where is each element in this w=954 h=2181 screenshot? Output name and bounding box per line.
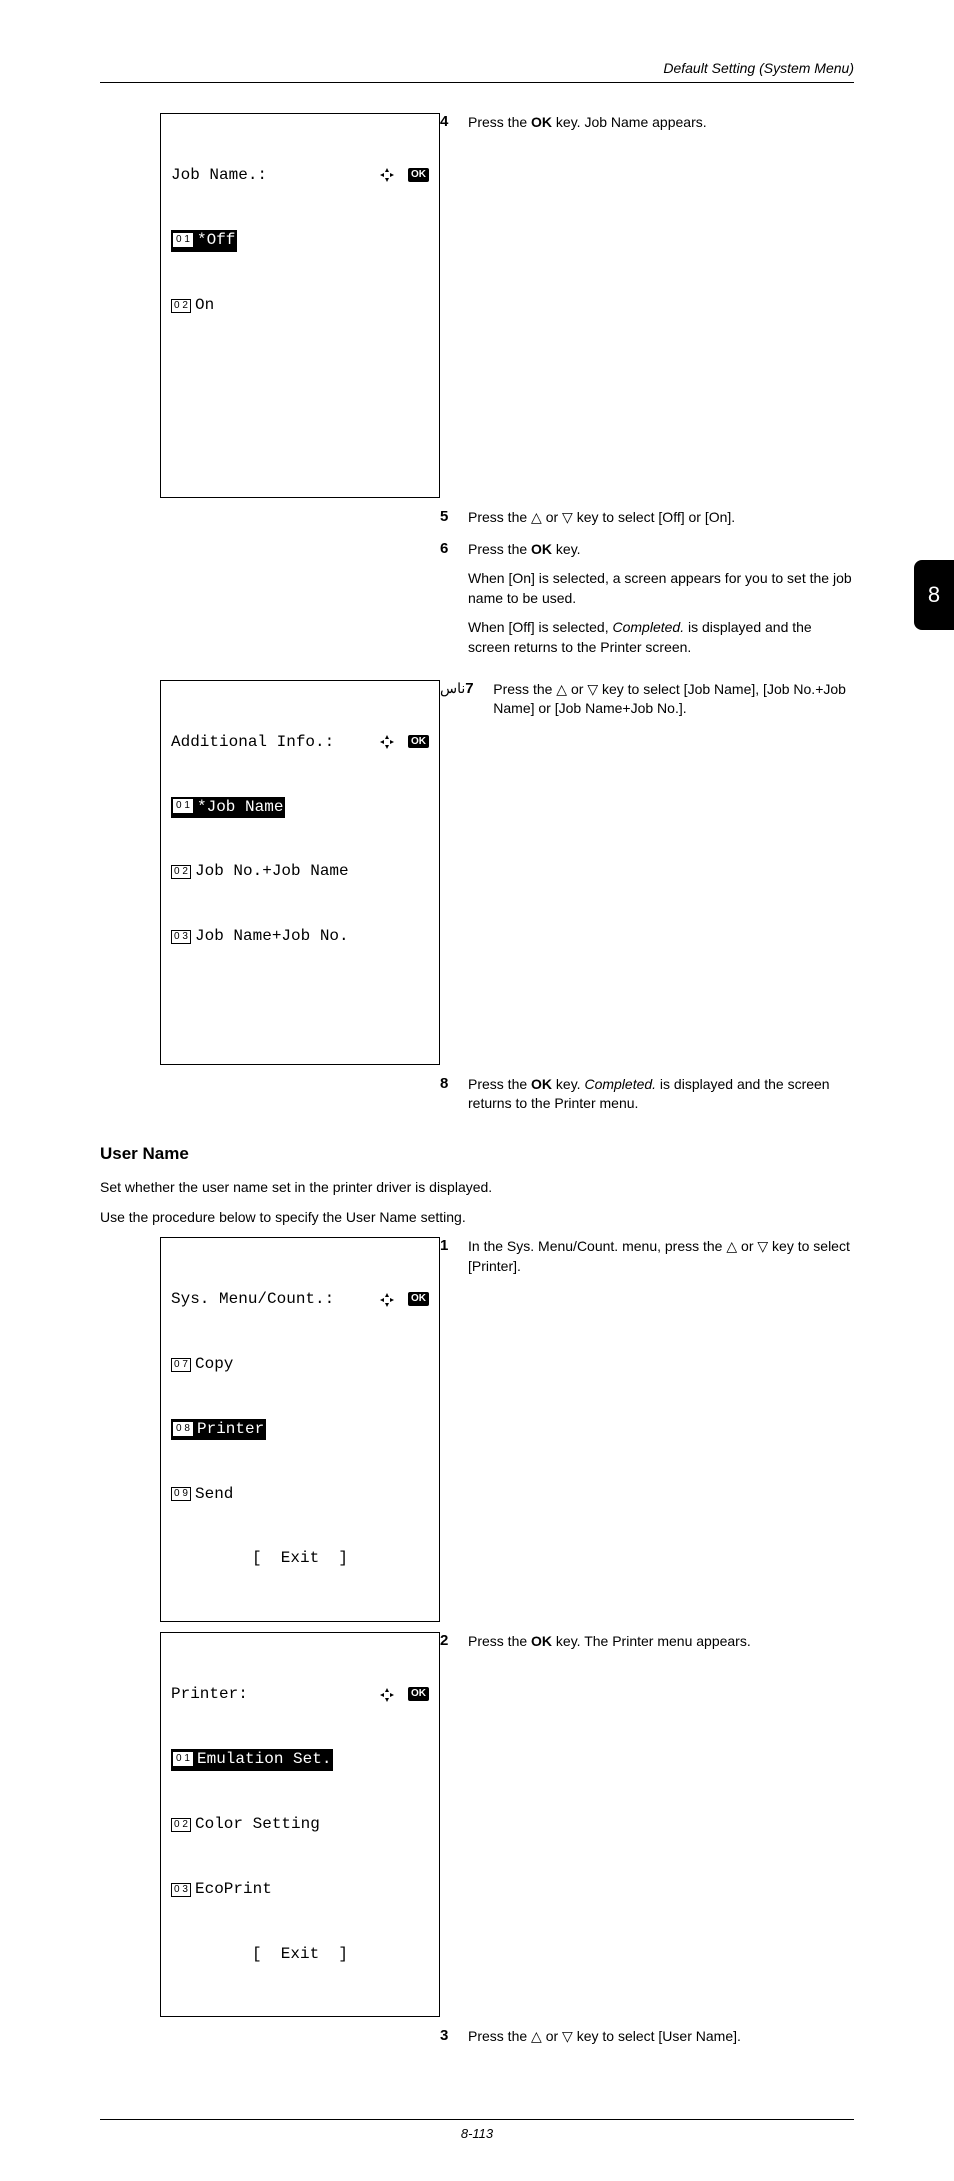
lcd-line-text: *Off xyxy=(197,231,235,249)
lcd-line-num: 0 2 xyxy=(171,865,191,879)
lcd-line-num: 0 8 xyxy=(173,1422,193,1436)
down-triangle-icon xyxy=(757,1238,768,1254)
nav-arrows-icon xyxy=(380,166,394,182)
step-number: 4 xyxy=(440,113,468,133)
lcd-line-text: Copy xyxy=(195,1354,233,1376)
lcd-line-text: Printer xyxy=(197,1420,264,1438)
step-number: 5 xyxy=(440,508,468,528)
step-number: 1 xyxy=(440,1237,468,1276)
nav-arrows-icon xyxy=(380,1685,394,1701)
step-text: Press the OK key. When [On] is selected,… xyxy=(468,540,854,658)
lcd-printer: Printer: OK 0 1 Emulation Set. 0 2 Color S… xyxy=(160,1632,440,2017)
ok-icon: OK xyxy=(408,1687,429,1701)
up-triangle-icon xyxy=(726,1238,737,1254)
lcd-line-num: 0 3 xyxy=(171,1883,191,1897)
lcd-line-num: 0 2 xyxy=(171,299,191,313)
lcd-additional-title: Additional Info.: xyxy=(171,732,334,754)
lcd-line-text: Job Name+Job No. xyxy=(195,926,349,948)
lcd-line-num: 0 9 xyxy=(171,1487,191,1501)
header-rule xyxy=(100,82,854,83)
section-para: Set whether the user name set in the pri… xyxy=(100,1178,854,1198)
down-triangle-icon xyxy=(562,509,573,525)
up-triangle-icon xyxy=(556,681,567,697)
lcd-line-num: 0 3 xyxy=(171,930,191,944)
lcd-line-num: 0 1 xyxy=(173,799,193,813)
lcd-job-name: Job Name.: OK 0 1 *Off 0 2 On xyxy=(160,113,440,498)
nav-arrows-icon xyxy=(380,733,394,749)
ok-icon: OK xyxy=(408,168,429,182)
lcd-line-text: *Job Name xyxy=(197,798,283,816)
nav-arrows-icon xyxy=(380,1290,394,1306)
step-text: Press the or key to select [User Name]. xyxy=(468,2027,854,2047)
down-triangle-icon xyxy=(562,2028,573,2044)
lcd-exit: [ Exit ] xyxy=(171,1548,429,1570)
lcd-nav-ok-icons: OK xyxy=(380,1684,429,1706)
lcd-line-text: EcoPrint xyxy=(195,1879,272,1901)
up-triangle-icon xyxy=(531,2028,542,2044)
lcd-line-text: Job No.+Job Name xyxy=(195,861,349,883)
section-title: User Name xyxy=(100,1144,854,1164)
step-number: 7 xyxy=(465,680,493,719)
lcd-line-text: On xyxy=(195,295,214,317)
up-triangle-icon xyxy=(531,509,542,525)
lcd-line-num: 0 1 xyxy=(173,233,193,247)
page-footer: 8-113 xyxy=(100,2119,854,2141)
lcd-line-text: Color Setting xyxy=(195,1814,320,1836)
step-number: 2 xyxy=(440,1632,468,1652)
step-number: 8 xyxy=(440,1075,468,1114)
step-number: 6 xyxy=(440,540,468,658)
section-para: Use the procedure below to specify the U… xyxy=(100,1208,854,1228)
step-text: In the Sys. Menu/Count. menu, press the … xyxy=(468,1237,854,1276)
lcd-line-text: Emulation Set. xyxy=(197,1750,331,1768)
lcd-sys-menu: Sys. Menu/Count.: OK 0 7Copy 0 8Printer … xyxy=(160,1237,440,1622)
step-text: Press the or key to select [Off] or [On]… xyxy=(468,508,854,528)
lcd-nav-ok-icons: OK xyxy=(380,1289,429,1311)
lcd-line-num: 0 1 xyxy=(173,1752,193,1766)
lcd-job-name-title: Job Name.: xyxy=(171,165,267,187)
lcd-line-num: 0 2 xyxy=(171,1818,191,1832)
lcd-nav-ok-icons: OK xyxy=(380,165,429,187)
ok-icon: OK xyxy=(408,735,429,749)
header-section: Default Setting (System Menu) xyxy=(100,60,854,76)
lcd-additional-info: Additional Info.: OK 0 1 *Job Name 0 2 Job… xyxy=(160,680,440,1065)
step-text: Press the OK key. Job Name appears. xyxy=(468,113,854,133)
step-text: Press the OK key. Completed. is displaye… xyxy=(468,1075,854,1114)
chapter-tab: 8 xyxy=(914,560,954,630)
step-text: Press the OK key. The Printer menu appea… xyxy=(468,1632,854,1652)
down-triangle-icon xyxy=(587,681,598,697)
lcd-sys-title: Sys. Menu/Count.: xyxy=(171,1289,334,1311)
ok-icon: OK xyxy=(408,1292,429,1306)
lcd-line-text: Send xyxy=(195,1484,233,1506)
lcd-line-num: 0 7 xyxy=(171,1358,191,1372)
step-number: 3 xyxy=(440,2027,468,2047)
lcd-nav-ok-icons: OK xyxy=(380,732,429,754)
step-text: Press the or key to select [Job Name], [… xyxy=(493,680,854,719)
lcd-printer-title: Printer: xyxy=(171,1684,248,1706)
lcd-exit: [ Exit ] xyxy=(171,1944,429,1966)
